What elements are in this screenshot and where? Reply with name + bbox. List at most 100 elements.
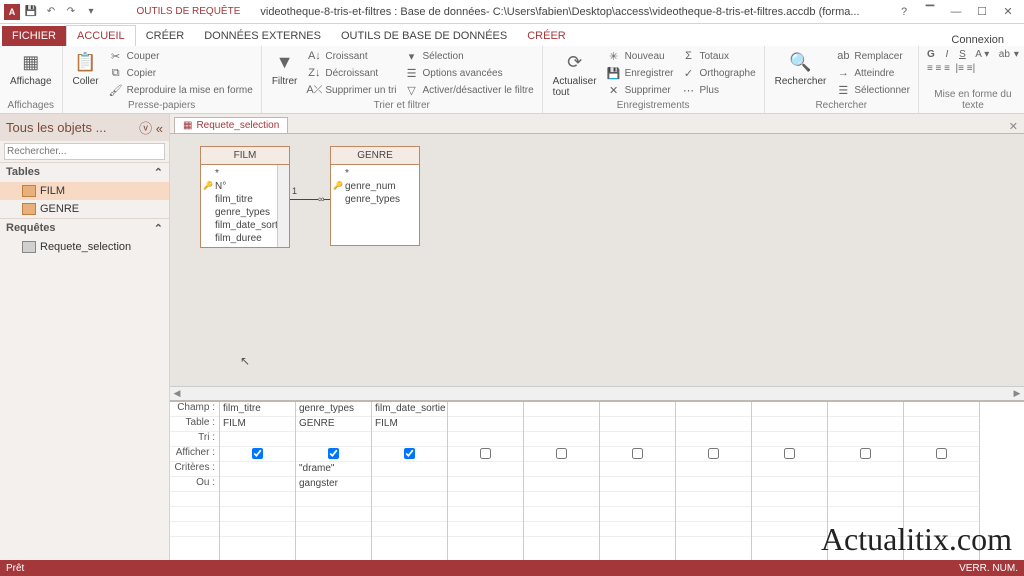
remove-sort-button[interactable]: A⤫Supprimer un tri (305, 82, 398, 98)
advanced-button[interactable]: ☰Options avancées (403, 65, 536, 81)
sort-asc-button[interactable]: A↓Croissant (305, 48, 398, 64)
cell-table[interactable] (752, 417, 827, 432)
cell-tri[interactable] (828, 432, 903, 447)
cut-button[interactable]: ✂Couper (107, 48, 255, 64)
doc-tab-query[interactable]: ▦ Requete_selection (174, 117, 288, 133)
cell-ou[interactable] (448, 477, 523, 492)
cell-champ[interactable] (828, 402, 903, 417)
close-icon[interactable]: ✕ (996, 3, 1020, 21)
show-checkbox[interactable] (556, 448, 567, 459)
toggle-filter-button[interactable]: ▽Activer/désactiver le filtre (403, 82, 536, 98)
grid-col-5[interactable] (600, 402, 676, 560)
grid-col-3[interactable] (448, 402, 524, 560)
nav-item-query1[interactable]: Requete_selection (0, 238, 169, 256)
sign-in-link[interactable]: Connexion (951, 34, 1024, 46)
cell-criteres[interactable] (524, 462, 599, 477)
field-star[interactable]: * (333, 167, 417, 180)
cell-champ[interactable] (448, 402, 523, 417)
cell-criteres[interactable] (752, 462, 827, 477)
grid-col-1[interactable]: genre_typesGENRE"drame"gangster (296, 402, 372, 560)
cell-table[interactable] (524, 417, 599, 432)
cell-table[interactable] (828, 417, 903, 432)
cell-criteres[interactable] (220, 462, 295, 477)
cell-criteres[interactable] (676, 462, 751, 477)
grid-col-7[interactable] (752, 402, 828, 560)
cell-champ[interactable] (600, 402, 675, 417)
cell-table[interactable]: GENRE (296, 417, 371, 432)
grid-col-0[interactable]: film_titreFILM (220, 402, 296, 560)
ribbon-collapse-icon[interactable]: ▔ (918, 3, 942, 21)
collapse-icon[interactable]: ⌃ (154, 166, 163, 179)
selection-button[interactable]: ▾Sélection (403, 48, 536, 64)
cell-table[interactable] (600, 417, 675, 432)
replace-button[interactable]: abRemplacer (834, 48, 912, 64)
grid-col-9[interactable] (904, 402, 980, 560)
show-checkbox[interactable] (860, 448, 871, 459)
cell-afficher[interactable] (524, 447, 599, 462)
refresh-all-button[interactable]: ⟳ Actualiser tout (549, 48, 601, 100)
tab-database-tools[interactable]: OUTILS DE BASE DE DONNÉES (331, 26, 517, 46)
view-button[interactable]: ▦ Affichage (6, 48, 56, 89)
grid-col-6[interactable] (676, 402, 752, 560)
cell-afficher[interactable] (220, 447, 295, 462)
cell-table[interactable]: FILM (220, 417, 295, 432)
cell-afficher[interactable] (296, 447, 371, 462)
tab-file[interactable]: FICHIER (2, 26, 66, 46)
grid-col-2[interactable]: film_date_sortieFILM (372, 402, 448, 560)
show-checkbox[interactable] (480, 448, 491, 459)
field-film-titre[interactable]: film_titre (203, 193, 287, 206)
maximize-icon[interactable]: ☐ (970, 3, 994, 21)
search-input[interactable] (4, 143, 165, 160)
new-record-button[interactable]: ✳Nouveau (605, 48, 676, 64)
cell-afficher[interactable] (372, 447, 447, 462)
copy-button[interactable]: ⧉Copier (107, 65, 255, 81)
save-record-button[interactable]: 💾Enregistrer (605, 65, 676, 81)
nav-group-tables[interactable]: Tables ⌃ (0, 162, 169, 182)
tab-query-tools-create[interactable]: CRÉER (517, 26, 576, 46)
select-button[interactable]: ☰Sélectionner (834, 82, 912, 98)
cell-ou[interactable] (752, 477, 827, 492)
sort-desc-button[interactable]: Z↓Décroissant (305, 65, 398, 81)
app-icon[interactable]: A (4, 4, 20, 20)
cell-criteres[interactable] (448, 462, 523, 477)
cell-tri[interactable] (904, 432, 979, 447)
minimize-icon[interactable]: — (944, 3, 968, 21)
field-genre-num[interactable]: genre_num (333, 180, 417, 193)
cell-afficher[interactable] (828, 447, 903, 462)
qat-customize-icon[interactable]: ▾ (82, 3, 100, 21)
cell-champ[interactable]: genre_types (296, 402, 371, 417)
more-button[interactable]: ⋯Plus (679, 82, 757, 98)
cell-tri[interactable] (524, 432, 599, 447)
tab-home[interactable]: ACCUEIL (66, 25, 136, 46)
cell-criteres[interactable] (372, 462, 447, 477)
scroll-right-icon[interactable]: ▶ (1010, 388, 1024, 399)
field-film-date-sortie[interactable]: film_date_sortie (203, 219, 287, 232)
show-checkbox[interactable] (632, 448, 643, 459)
delete-record-button[interactable]: ✕Supprimer (605, 82, 676, 98)
cell-champ[interactable] (752, 402, 827, 417)
cell-tri[interactable] (220, 432, 295, 447)
show-checkbox[interactable] (708, 448, 719, 459)
collapse-icon[interactable]: ⌃ (154, 222, 163, 235)
cell-tri[interactable] (296, 432, 371, 447)
undo-icon[interactable]: ↶ (42, 3, 60, 21)
help-icon[interactable]: ? (892, 3, 916, 21)
cell-criteres[interactable]: "drame" (296, 462, 371, 477)
design-hscroll[interactable]: ◀ ▶ (170, 386, 1024, 400)
query-design-surface[interactable]: FILM * N° film_titre genre_types film_da… (170, 134, 1024, 400)
paste-button[interactable]: 📋 Coller (69, 48, 103, 89)
show-checkbox[interactable] (404, 448, 415, 459)
table-box-genre[interactable]: GENRE * genre_num genre_types (330, 146, 420, 246)
cell-ou[interactable] (676, 477, 751, 492)
align-buttons[interactable]: ≡ ≡ ≡ |≡ ≡| (925, 62, 1021, 75)
field-genre-types2[interactable]: genre_types (333, 193, 417, 206)
bold-button[interactable]: G I S A ▾ ab▾ (925, 48, 1021, 61)
cell-afficher[interactable] (752, 447, 827, 462)
nav-item-genre[interactable]: GENRE (0, 200, 169, 218)
spelling-button[interactable]: ✓Orthographe (679, 65, 757, 81)
table-box-film[interactable]: FILM * N° film_titre genre_types film_da… (200, 146, 290, 248)
format-painter-button[interactable]: 🖌Reproduire la mise en forme (107, 82, 255, 98)
show-checkbox[interactable] (784, 448, 795, 459)
cell-tri[interactable] (752, 432, 827, 447)
show-checkbox[interactable] (252, 448, 263, 459)
